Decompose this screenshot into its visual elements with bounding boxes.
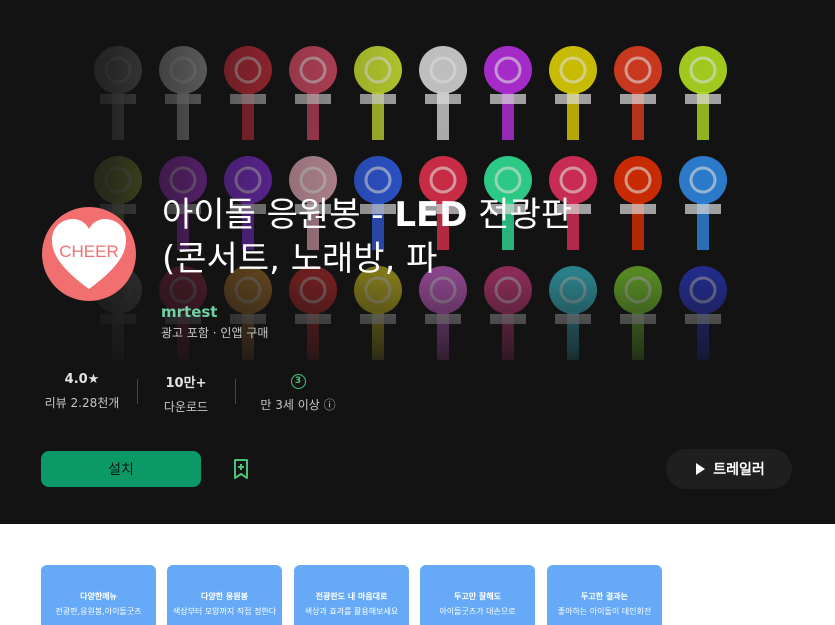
screenshot-1[interactable]: 다양한메뉴 전광판,응원봉,아이돌굿즈	[41, 565, 156, 625]
screenshot-2[interactable]: 다양한 응원봉 색상부터 모양까지 직접 정한다	[167, 565, 282, 625]
age-rating-icon: 3	[290, 374, 306, 389]
bookmark-add-icon[interactable]	[230, 458, 252, 480]
rating-value: 4.0★	[64, 372, 100, 387]
screenshot-4[interactable]: 두고만 잘해도 아이돌굿즈가 대손으로	[420, 565, 535, 625]
rating-stat: 4.0★ 리뷰 2.28천개	[42, 372, 122, 412]
icon-label: CHEER	[59, 242, 119, 261]
downloads-label: 다운로드	[163, 400, 209, 414]
developer-link[interactable]: mrtest	[161, 303, 217, 321]
age-rating-label: 만 3세 이상 ⓘ	[260, 398, 336, 412]
trailer-button[interactable]: 트레일러	[666, 449, 792, 489]
screenshot-3[interactable]: 전광판도 내 마음대로 색상과 효과를 활용해보세요	[294, 565, 409, 625]
ads-notice: 광고 포함 · 인앱 구매	[161, 326, 269, 340]
screenshot-carousel: 다양한메뉴 전광판,응원봉,아이돌굿즈 다양한 응원봉 색상부터 모양까지 직접…	[0, 524, 835, 625]
age-rating-stat[interactable]: 3 만 3세 이상 ⓘ	[250, 372, 346, 412]
screenshot-5[interactable]: 두고한 결과는 좋아하는 아이돌이 데인회전	[547, 565, 662, 625]
downloads-stat: 10만+ 다운로드	[150, 372, 222, 414]
install-button[interactable]: 설치	[41, 451, 201, 487]
stat-divider	[235, 379, 236, 404]
play-icon	[696, 463, 706, 475]
stat-divider	[137, 379, 138, 404]
downloads-value: 10만+	[165, 376, 207, 391]
review-count: 리뷰 2.28천개	[44, 396, 120, 410]
hero-banner: CHEER 아이돌 응원봉 - LED 전광판 (콘서트, 노래방, 파 mrt…	[0, 0, 835, 524]
app-title: 아이돌 응원봉 - LED 전광판 (콘서트, 노래방, 파	[162, 195, 573, 279]
app-icon: CHEER	[42, 207, 136, 301]
trailer-label: 트레일러	[713, 462, 765, 478]
